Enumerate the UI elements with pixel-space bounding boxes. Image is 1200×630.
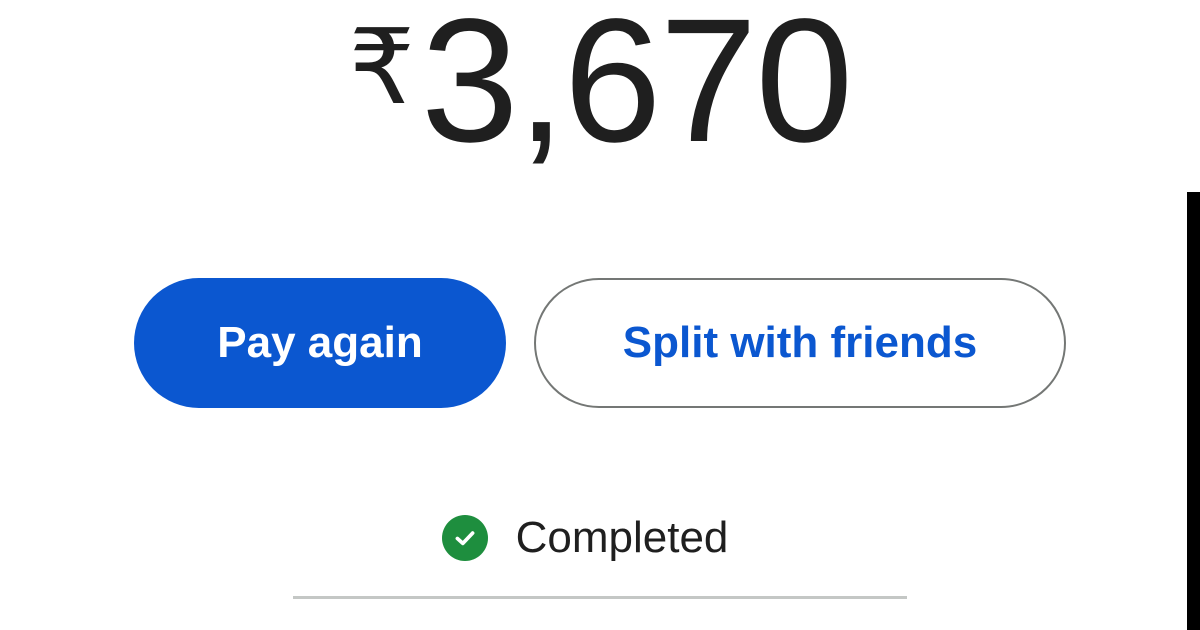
split-with-friends-button[interactable]: Split with friends: [534, 278, 1066, 408]
pay-again-button[interactable]: Pay again: [134, 278, 506, 408]
check-circle-icon: [441, 515, 488, 561]
status-row: Completed: [0, 510, 1200, 566]
edge-bar: [1187, 192, 1200, 630]
currency-symbol: ₹: [348, 10, 415, 126]
amount-value: 3,670: [420, 0, 853, 179]
payment-amount: ₹ 3,670: [0, 0, 1200, 176]
divider: [293, 596, 907, 599]
status-label: Completed: [515, 513, 729, 562]
